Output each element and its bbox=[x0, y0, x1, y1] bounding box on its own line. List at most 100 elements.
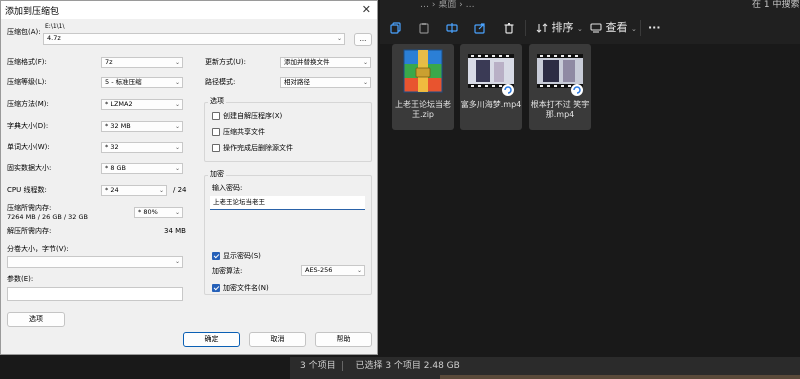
delete-after-checkbox[interactable] bbox=[212, 144, 220, 152]
split-select[interactable]: ⌄ bbox=[7, 256, 183, 268]
help-button[interactable]: 帮助 bbox=[315, 332, 372, 347]
archive-name-combo[interactable]: 4.7z ⌄ bbox=[43, 33, 345, 45]
chevron-down-icon: ⌄ bbox=[174, 258, 180, 265]
mem-usage-value: * 80% bbox=[138, 208, 158, 216]
path-mode-select[interactable]: 相对路径 ⌄ bbox=[280, 77, 371, 88]
mem-decompress-label: 解压所需内存: bbox=[7, 227, 52, 235]
password-label: 输入密码: bbox=[212, 184, 243, 192]
mem-compress-detail: 7264 MB / 26 GB / 32 GB bbox=[7, 213, 88, 221]
archive-path: E:\1\1\ bbox=[45, 23, 65, 30]
method-value: * LZMA2 bbox=[105, 100, 133, 108]
level-value: 5 - 标准压缩 bbox=[105, 78, 142, 86]
chevron-down-icon: ⌄ bbox=[174, 165, 180, 172]
explorer-address-bar: … › 桌面 › … 在 1 中搜索 bbox=[380, 0, 800, 12]
update-mode-select[interactable]: 添加并替换文件 ⌄ bbox=[280, 57, 371, 68]
params-label: 参数(E): bbox=[7, 275, 34, 283]
chevron-down-icon: ⌄ bbox=[174, 144, 180, 151]
file-item-archive[interactable]: 上老王论坛当老王.zip bbox=[392, 44, 454, 130]
delete-after-label: 操作完成后删除源文件 bbox=[223, 144, 293, 152]
view-button[interactable]: 查看 ⌄ bbox=[590, 19, 637, 37]
ok-button[interactable]: 确定 bbox=[183, 332, 240, 347]
level-select[interactable]: 5 - 标准压缩 ⌄ bbox=[101, 77, 183, 88]
update-mode-value: 添加并替换文件 bbox=[284, 58, 330, 66]
path-mode-label: 路径模式: bbox=[205, 78, 236, 86]
method-select[interactable]: * LZMA2 ⌄ bbox=[101, 99, 183, 110]
item-count: 3 个项目 bbox=[300, 361, 336, 371]
split-label: 分卷大小，字节(V): bbox=[7, 245, 69, 253]
solid-label: 固实数据大小: bbox=[7, 164, 52, 172]
mem-usage-select[interactable]: * 80% ⌄ bbox=[134, 207, 183, 218]
breadcrumb[interactable]: … › 桌面 › … bbox=[420, 0, 475, 10]
encryption-group bbox=[204, 175, 372, 295]
shared-files-label: 压缩共享文件 bbox=[223, 128, 265, 136]
rename-icon[interactable] bbox=[446, 19, 458, 37]
options-group-title: 选项 bbox=[208, 97, 226, 106]
view-label: 查看 bbox=[605, 21, 628, 34]
sort-button[interactable]: 排序 ⌄ bbox=[536, 19, 583, 37]
chevron-down-icon: ⌄ bbox=[362, 59, 368, 66]
format-select[interactable]: 7z ⌄ bbox=[101, 57, 183, 68]
word-value: * 32 bbox=[105, 143, 119, 151]
close-icon[interactable]: ✕ bbox=[362, 3, 371, 16]
dict-label: 字典大小(D): bbox=[7, 122, 49, 130]
cancel-button[interactable]: 取消 bbox=[249, 332, 306, 347]
mem-decompress-value: 34 MB bbox=[164, 227, 186, 235]
taskbar-preview-strip bbox=[440, 375, 800, 379]
file-item-video[interactable]: 根本打不过 笑宇那.mp4 bbox=[529, 44, 591, 130]
options-button[interactable]: 选项 bbox=[7, 312, 65, 327]
encrypt-names-label: 加密文件名(N) bbox=[223, 284, 269, 292]
path-mode-value: 相对路径 bbox=[284, 78, 310, 86]
add-to-archive-dialog: 添加到压缩包 ✕ 压缩包(A): E:\1\1\ 4.7z ⌄ ... 压缩格式(… bbox=[0, 0, 378, 355]
params-input[interactable] bbox=[7, 287, 183, 301]
chevron-down-icon: ⌄ bbox=[362, 79, 368, 86]
word-select[interactable]: * 32 ⌄ bbox=[101, 142, 183, 153]
more-options-button[interactable]: ··· bbox=[648, 19, 661, 37]
format-value: 7z bbox=[105, 58, 113, 66]
sfx-checkbox[interactable] bbox=[212, 112, 220, 120]
password-input[interactable]: 上老王论坛当老王 bbox=[210, 196, 365, 210]
search-box[interactable]: 在 1 中搜索 bbox=[752, 0, 799, 10]
browse-button[interactable]: ... bbox=[354, 33, 372, 46]
word-label: 单词大小(W): bbox=[7, 143, 50, 151]
threads-select[interactable]: * 24 ⌄ bbox=[101, 185, 167, 196]
dialog-titlebar[interactable]: 添加到压缩包 ✕ bbox=[1, 1, 377, 19]
file-grid: 上老王论坛当老王.zip 富多川海梦.mp4 根本打不过 笑宇那.mp4 bbox=[380, 44, 800, 354]
file-name: 根本打不过 笑宇那.mp4 bbox=[530, 100, 590, 119]
copy-icon[interactable] bbox=[390, 19, 402, 37]
sfx-label: 创建自解压程序(X) bbox=[223, 112, 283, 120]
toolbar-divider bbox=[525, 20, 526, 36]
status-divider bbox=[341, 360, 343, 371]
archive-name-value: 4.7z bbox=[47, 34, 61, 42]
chevron-down-icon: ⌄ bbox=[174, 79, 180, 86]
paste-icon[interactable] bbox=[418, 19, 430, 37]
encryption-method-select[interactable]: AES-256 ⌄ bbox=[301, 265, 365, 276]
show-password-checkbox[interactable] bbox=[212, 252, 220, 260]
solid-select[interactable]: * 8 GB ⌄ bbox=[101, 163, 183, 174]
winrar-archive-icon bbox=[400, 48, 446, 98]
video-thumbnail-icon bbox=[468, 48, 514, 98]
share-icon[interactable] bbox=[474, 19, 486, 37]
chevron-down-icon: ⌄ bbox=[336, 35, 342, 42]
format-label: 压缩格式(F): bbox=[7, 58, 47, 66]
explorer-status-bar: 3 个项目 已选择 3 个项目 2.48 GB bbox=[290, 357, 800, 379]
file-item-video[interactable]: 富多川海梦.mp4 bbox=[460, 44, 522, 130]
encryption-method-value: AES-256 bbox=[305, 266, 333, 274]
shared-files-checkbox[interactable] bbox=[212, 128, 220, 136]
explorer-toolbar: 排序 ⌄ 查看 ⌄ ··· bbox=[380, 12, 800, 44]
solid-value: * 8 GB bbox=[105, 164, 127, 172]
chevron-down-icon: ⌄ bbox=[577, 25, 583, 33]
toolbar-divider bbox=[640, 20, 641, 36]
encrypt-names-checkbox[interactable] bbox=[212, 284, 220, 292]
file-name: 富多川海梦.mp4 bbox=[460, 100, 522, 109]
dict-select[interactable]: * 32 MB ⌄ bbox=[101, 121, 183, 132]
level-label: 压缩等级(L): bbox=[7, 78, 47, 86]
delete-icon[interactable] bbox=[503, 19, 515, 37]
update-mode-label: 更新方式(U): bbox=[205, 58, 246, 66]
mem-compress-label: 压缩所需内存: bbox=[7, 204, 52, 212]
chevron-down-icon: ⌄ bbox=[631, 25, 637, 33]
chevron-down-icon: ⌄ bbox=[174, 101, 180, 108]
video-thumbnail-icon bbox=[537, 48, 583, 98]
dialog-title: 添加到压缩包 bbox=[5, 7, 60, 17]
show-password-label: 显示密码(S) bbox=[223, 252, 261, 260]
sort-label: 排序 bbox=[551, 21, 574, 34]
